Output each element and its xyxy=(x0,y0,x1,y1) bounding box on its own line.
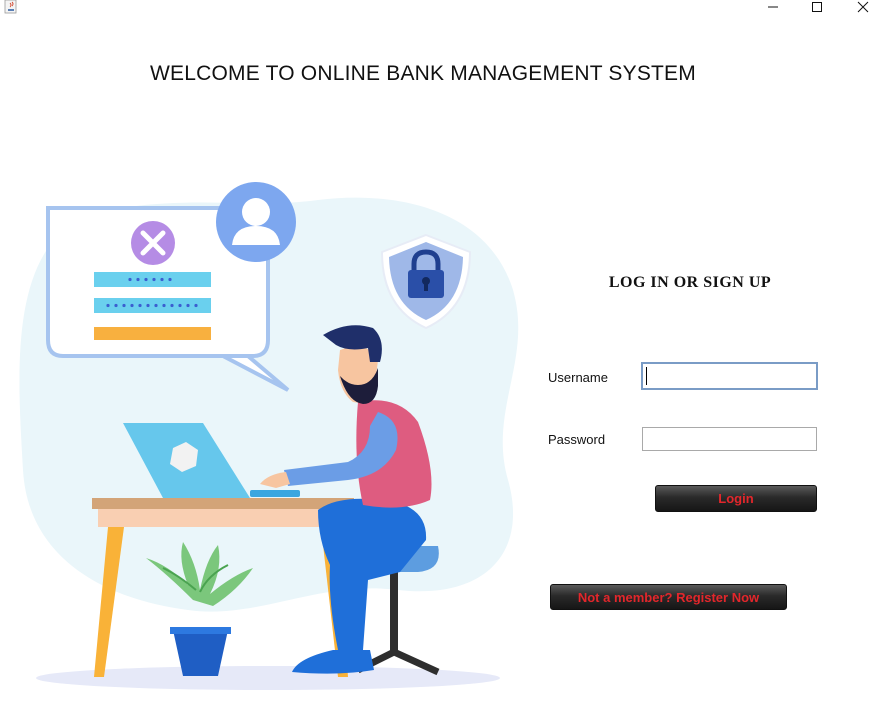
close-button[interactable] xyxy=(848,0,878,14)
login-form-title: LOG IN OR SIGN UP xyxy=(608,274,772,291)
maximize-icon xyxy=(812,2,822,12)
register-now-button[interactable]: Not a member? Register Now xyxy=(550,584,787,610)
maximize-button[interactable] xyxy=(802,0,832,14)
password-label: Password xyxy=(548,432,606,447)
username-input[interactable] xyxy=(641,362,818,390)
login-illustration-icon xyxy=(19,182,519,690)
username-label: Username xyxy=(548,370,608,385)
page-title: WELCOME TO ONLINE BANK MANAGEMENT SYSTEM xyxy=(150,62,696,85)
password-input[interactable] xyxy=(642,427,817,451)
text-caret xyxy=(646,367,647,385)
window-titlebar xyxy=(0,0,883,14)
login-button[interactable]: Login xyxy=(655,485,817,512)
minimize-icon xyxy=(768,6,778,8)
close-icon xyxy=(857,1,869,13)
java-coffee-cup-icon xyxy=(4,0,17,14)
minimize-button[interactable] xyxy=(758,0,788,14)
